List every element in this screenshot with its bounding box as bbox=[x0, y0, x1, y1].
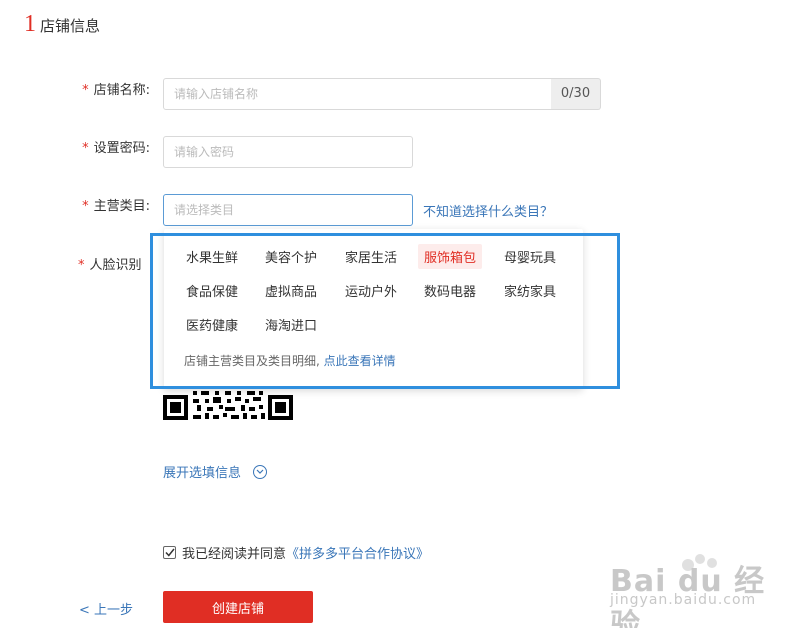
qr-code bbox=[163, 389, 293, 422]
password-label: * 设置密码: bbox=[74, 134, 150, 164]
section-title: 店铺信息 bbox=[40, 17, 101, 35]
category-label-text: 主营类目: bbox=[93, 199, 150, 214]
password-input[interactable]: 请输入密码 bbox=[163, 136, 413, 168]
face-verify-label-text: 人脸识别 bbox=[89, 258, 142, 273]
store-name-counter: 0/30 bbox=[551, 78, 601, 110]
expand-optional-label: 展开选填信息 bbox=[163, 466, 242, 481]
required-mark: * bbox=[82, 199, 89, 214]
required-mark: * bbox=[82, 141, 89, 156]
agreement-text: 我已经阅读并同意 bbox=[182, 547, 287, 562]
category-select[interactable]: 请选择类目 bbox=[163, 194, 413, 226]
category-help-link[interactable]: 不知道选择什么类目？ bbox=[423, 201, 553, 220]
password-placeholder: 请输入密码 bbox=[174, 145, 235, 159]
face-verify-label: * 人脸识别 bbox=[78, 251, 148, 281]
agreement-row: 我已经阅读并同意 《拼多多平台合作协议》 bbox=[163, 543, 429, 562]
chevron-down-icon bbox=[253, 464, 268, 479]
category-label: * 主营类目: bbox=[74, 192, 150, 222]
category-placeholder: 请选择类目 bbox=[174, 203, 235, 217]
section-number: 1 bbox=[24, 11, 36, 37]
create-store-button[interactable]: 创建店铺 bbox=[163, 591, 313, 623]
store-name-label: * 店铺名称: bbox=[74, 76, 150, 106]
prev-step-link[interactable]: < 上一步 bbox=[79, 599, 133, 618]
store-name-placeholder: 请输入店铺名称 bbox=[174, 87, 259, 101]
watermark-url: jingyan.baidu.com bbox=[610, 592, 757, 608]
section-header: 1 店铺信息 bbox=[24, 12, 100, 36]
check-icon bbox=[164, 548, 175, 557]
required-mark: * bbox=[82, 83, 89, 98]
annotation-highlight-box bbox=[150, 233, 620, 389]
password-label-text: 设置密码: bbox=[93, 141, 150, 156]
agreement-link[interactable]: 《拼多多平台合作协议》 bbox=[286, 543, 429, 562]
agreement-checkbox[interactable] bbox=[163, 546, 176, 559]
required-mark: * bbox=[78, 258, 85, 273]
store-name-label-text: 店铺名称: bbox=[93, 83, 150, 98]
qr-code-graphic bbox=[163, 389, 293, 422]
store-name-input[interactable]: 请输入店铺名称 bbox=[163, 78, 552, 110]
expand-optional-toggle[interactable]: 展开选填信息 bbox=[163, 462, 268, 481]
